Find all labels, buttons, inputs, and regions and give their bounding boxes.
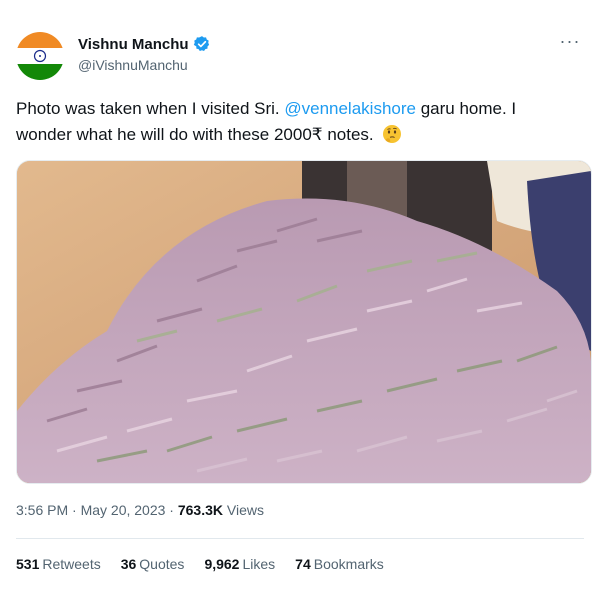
display-name[interactable]: Vishnu Manchu bbox=[78, 36, 189, 53]
verified-badge-icon bbox=[193, 35, 211, 53]
mention-link[interactable]: @vennelakishore bbox=[284, 99, 416, 118]
cash-pile-image bbox=[17, 161, 591, 483]
likes-label: Likes bbox=[242, 556, 276, 572]
quotes-label: Quotes bbox=[139, 556, 185, 572]
user-handle[interactable]: @iVishnuManchu bbox=[78, 57, 188, 73]
tweet-photo[interactable] bbox=[16, 160, 592, 484]
more-options-icon[interactable]: ··· bbox=[558, 32, 582, 54]
timestamp[interactable]: 3:56 PM · May 20, 2023 · bbox=[16, 502, 178, 518]
likes-stat[interactable]: 9,962 Likes bbox=[204, 556, 275, 572]
quotes-count: 36 bbox=[120, 556, 137, 572]
quotes-stat[interactable]: 36 Quotes bbox=[121, 556, 185, 572]
thinking-face-icon bbox=[382, 124, 402, 144]
retweets-stat[interactable]: 531 Retweets bbox=[16, 556, 101, 572]
tweet-card: Vishnu Manchu @iVishnuManchu ··· Photo w… bbox=[0, 0, 600, 600]
engagement-stats: 531 Retweets 36 Quotes 9,962 Likes 74 Bookma… bbox=[16, 556, 384, 572]
india-flag-avatar-icon bbox=[16, 32, 64, 80]
retweets-count: 531 bbox=[16, 556, 40, 572]
tweet-meta: 3:56 PM · May 20, 2023 · 763.3K Views bbox=[16, 502, 264, 518]
retweets-label: Retweets bbox=[42, 556, 101, 572]
bookmarks-stat[interactable]: 74 Bookmarks bbox=[295, 556, 384, 572]
bookmarks-label: Bookmarks bbox=[313, 556, 384, 572]
avatar[interactable] bbox=[16, 32, 64, 80]
views-count: 763.3K bbox=[177, 502, 224, 518]
tweet-header: Vishnu Manchu @iVishnuManchu ··· bbox=[16, 28, 584, 82]
tweet-text: Photo was taken when I visited Sri. @ven… bbox=[16, 96, 576, 148]
divider bbox=[16, 538, 584, 539]
likes-count: 9,962 bbox=[204, 556, 240, 572]
tweet-text-part: Photo was taken when I visited Sri. bbox=[16, 99, 285, 118]
views-label: Views bbox=[223, 502, 264, 518]
bookmarks-count: 74 bbox=[295, 556, 311, 572]
name-row: Vishnu Manchu bbox=[78, 35, 211, 53]
